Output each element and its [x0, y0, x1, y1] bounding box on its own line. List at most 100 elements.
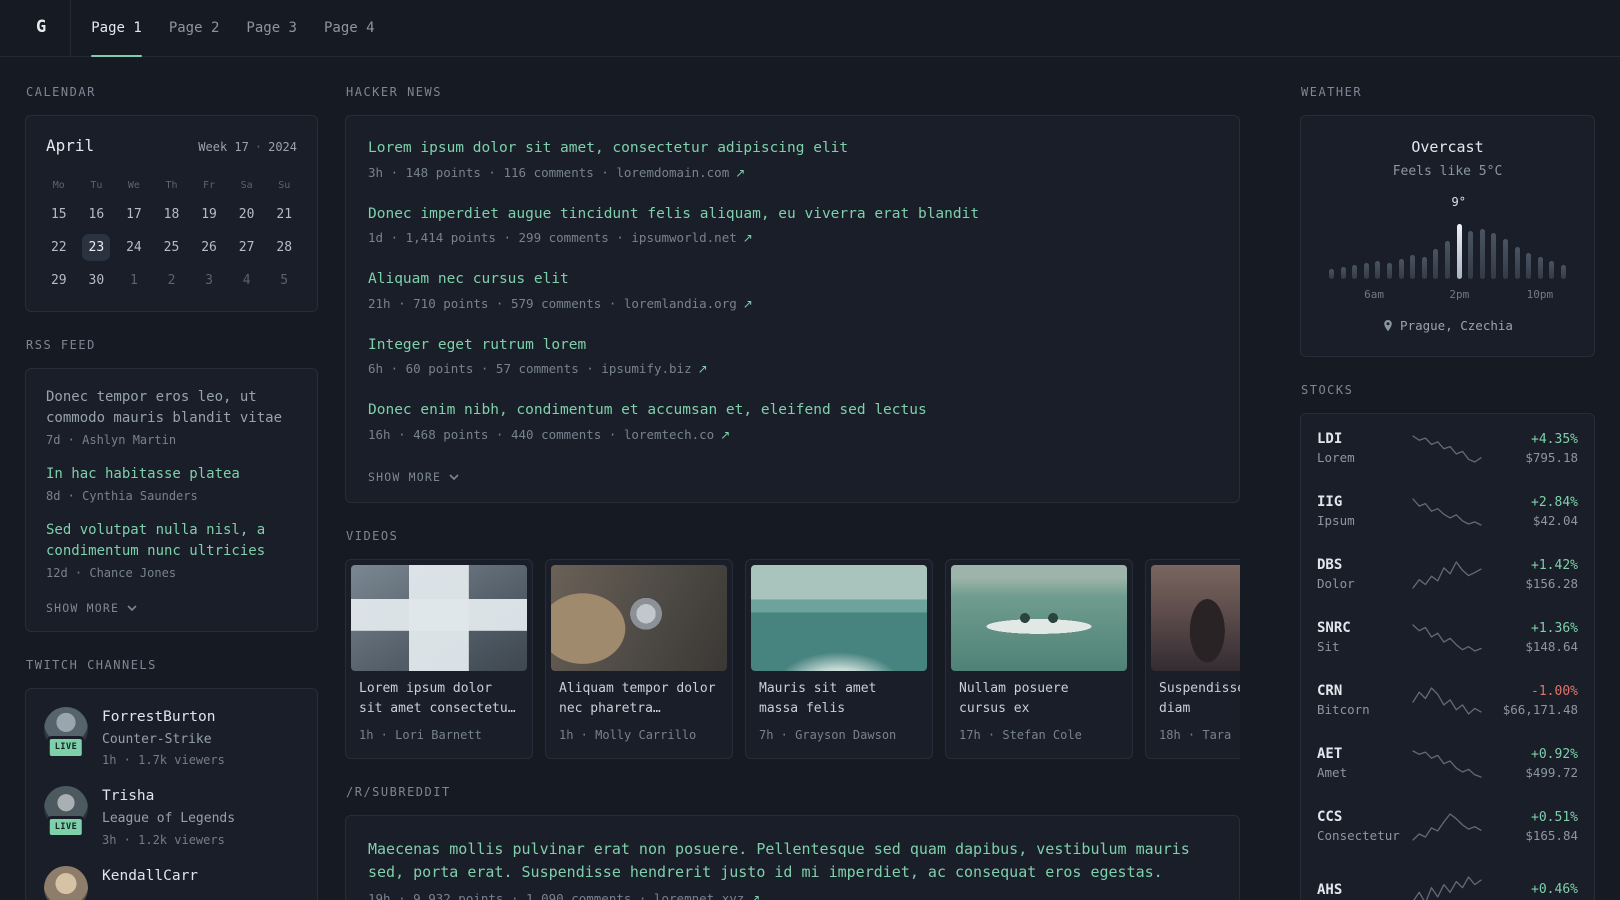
calendar-day-headers: Mo Tu We Th Fr Sa Su [40, 172, 303, 198]
stock-change: -1.00% [1531, 684, 1578, 700]
weather-bar-current [1456, 224, 1462, 279]
calendar-day: 21 [276, 206, 293, 222]
video-card[interactable]: Lorem ipsum dolor sit amet consectetu… 1… [345, 558, 533, 759]
stock-change: +2.84% [1531, 495, 1578, 511]
calendar-week-year: Week 17 · 2024 [198, 138, 297, 156]
stock-row[interactable]: AHS +0.46% [1317, 859, 1578, 900]
show-more-button[interactable]: SHOW MORE [368, 466, 459, 488]
tab-page-2[interactable]: Page 2 [169, 0, 220, 56]
reddit-post-title[interactable]: Maecenas mollis pulvinar erat non posuer… [368, 838, 1217, 885]
calendar-widget: CALENDAR April Week 17 · 2024 Mo Tu We Th … [25, 83, 318, 312]
weather-bar [1479, 229, 1485, 279]
hn-item-title[interactable]: Aliquam nec cursus elit [368, 269, 1217, 291]
calendar-year: 2024 [268, 140, 297, 154]
stock-row[interactable]: LDI Lorem +4.35% $795.18 [1317, 418, 1578, 481]
calendar-day: 20 [238, 206, 255, 222]
twitch-channel[interactable]: LIVE ForrestBurton Counter-Strike 1h · 1… [44, 707, 299, 769]
video-meta: 7h · Grayson Dawson [759, 727, 897, 742]
twitch-channel[interactable]: LIVE Trisha League of Legends 3h · 1.2k … [44, 786, 299, 848]
video-card[interactable]: Mauris sit amet massa felis 7h · Grayson… [745, 558, 933, 759]
stock-price: $795.18 [1525, 449, 1578, 465]
rss-item-meta: 12d · Chance Jones [46, 566, 177, 580]
video-card[interactable]: Nullam posuere cursus ex 17h · Stefan Co… [945, 558, 1133, 759]
avatar [44, 865, 88, 900]
stock-ticker: CCS [1317, 809, 1343, 826]
weather-bar [1549, 261, 1555, 279]
calendar-day: 24 [126, 239, 142, 255]
twitch-channel[interactable]: KendallCarr [44, 865, 299, 900]
calendar-day-today: 23 [78, 231, 116, 264]
stock-row[interactable]: CCS Consectetur +0.51% $165.84 [1317, 796, 1578, 859]
calendar-header: April Week 17 · 2024 [40, 134, 303, 172]
stock-name: Amet [1317, 765, 1348, 781]
stock-row[interactable]: SNRC Sit +1.36% $148.64 [1317, 607, 1578, 670]
tab-page-3[interactable]: Page 3 [246, 0, 297, 56]
stock-sparkline [1411, 561, 1482, 589]
video-thumbnail[interactable] [551, 564, 727, 671]
hn-item-title[interactable]: Lorem ipsum dolor sit amet, consectetur … [368, 138, 1217, 160]
rss-item: Donec tempor eros leo, ut commodo mauris… [46, 387, 297, 449]
video-title: Lorem ipsum dolor sit amet consectetu… [359, 680, 516, 717]
calendar-day: 30 [88, 272, 105, 288]
calendar-grid: 15 16 17 18 19 20 21 22 23 24 25 26 27 2… [40, 198, 303, 297]
show-more-button[interactable]: SHOW MORE [46, 597, 137, 619]
weather-bar [1329, 269, 1334, 279]
video-title: Nullam posuere cursus ex [959, 680, 1069, 717]
stock-ticker: LDI [1317, 431, 1343, 448]
rss-item-meta: 7d · Ashlyn Martin [46, 433, 177, 447]
stock-sparkline [1411, 813, 1482, 841]
video-thumbnail[interactable] [751, 564, 927, 671]
calendar-card: April Week 17 · 2024 Mo Tu We Th Fr Sa Su … [25, 115, 318, 312]
weather-bar [1340, 267, 1346, 279]
hn-item-meta: 1d · 1,414 points · 299 comments · ipsum… [368, 230, 753, 246]
hn-item-meta: 3h · 148 points · 116 comments · loremdo… [368, 164, 746, 180]
subreddit-card: Maecenas mollis pulvinar erat non posuer… [345, 814, 1240, 900]
channel-meta: 1h · 1.7k viewers [102, 753, 225, 768]
left-column: CALENDAR April Week 17 · 2024 Mo Tu We Th … [25, 83, 318, 900]
rss-item-title[interactable]: Sed volutpat nulla nisl, a condimentum n… [46, 520, 297, 562]
tab-page-1[interactable]: Page 1 [91, 0, 142, 57]
weather-condition: Overcast [1411, 138, 1484, 156]
stock-row[interactable]: DBS Dolor +1.42% $156.28 [1317, 544, 1578, 607]
rss-item-meta: 8d · Cynthia Saunders [46, 489, 198, 503]
stock-row[interactable]: AET Amet +0.92% $499.72 [1317, 733, 1578, 796]
video-card[interactable]: Aliquam tempor dolor nec pharetra… 1h · … [545, 558, 733, 759]
stock-row[interactable]: CRN Bitcorn -1.00% $66,171.48 [1317, 670, 1578, 733]
weather-bar [1444, 241, 1450, 279]
section-title-weather: WEATHER [1301, 85, 1363, 99]
rss-item-title[interactable]: Donec tempor eros leo, ut commodo mauris… [46, 387, 297, 429]
calendar-day: 16 [88, 206, 105, 222]
subreddit-widget: /R/SUBREDDIT Maecenas mollis pulvinar er… [345, 783, 1240, 900]
weather-bar [1468, 231, 1474, 279]
stock-ticker: AET [1317, 746, 1343, 763]
hn-item: Integer eget rutrum lorem 6h · 60 points… [368, 335, 1217, 380]
calendar-dow: Sa [240, 179, 253, 191]
rss-item-title[interactable]: In hac habitasse platea [46, 464, 297, 485]
section-title-hackernews: HACKER NEWS [346, 85, 442, 99]
calendar-day: 22 [50, 239, 67, 255]
rss-item: Sed volutpat nulla nisl, a condimentum n… [46, 520, 297, 582]
avatar: LIVE [44, 786, 88, 839]
video-thumbnail[interactable] [351, 564, 527, 671]
hn-item-title[interactable]: Integer eget rutrum lorem [368, 335, 1217, 357]
weather-bar [1363, 263, 1369, 279]
stock-row[interactable]: IIG Ipsum +2.84% $42.04 [1317, 481, 1578, 544]
calendar-day: 29 [50, 272, 67, 288]
rss-card: Donec tempor eros leo, ut commodo mauris… [25, 368, 318, 632]
chevron-down-icon [127, 605, 137, 611]
stock-name: Ipsum [1317, 513, 1355, 529]
hn-item-title[interactable]: Donec imperdiet augue tincidunt felis al… [368, 204, 1217, 226]
video-thumbnail[interactable] [1151, 564, 1240, 671]
video-card[interactable]: Suspendisse diam 18h · Tara [1145, 558, 1240, 759]
hn-item-title[interactable]: Donec enim nibh, condimentum et accumsan… [368, 400, 1217, 422]
right-column: WEATHER Overcast Feels like 5°C 9° 6am 2… [1300, 83, 1595, 900]
stock-sparkline [1411, 498, 1482, 526]
calendar-day: 25 [163, 239, 180, 255]
chevron-down-icon [449, 473, 459, 480]
tab-page-4[interactable]: Page 4 [324, 0, 375, 56]
avatar: LIVE [44, 707, 88, 759]
video-thumbnail[interactable] [951, 564, 1127, 671]
hackernews-card: Lorem ipsum dolor sit amet, consectetur … [345, 115, 1240, 503]
app-logo[interactable]: G [24, 0, 72, 56]
stock-change: +0.92% [1531, 747, 1578, 763]
